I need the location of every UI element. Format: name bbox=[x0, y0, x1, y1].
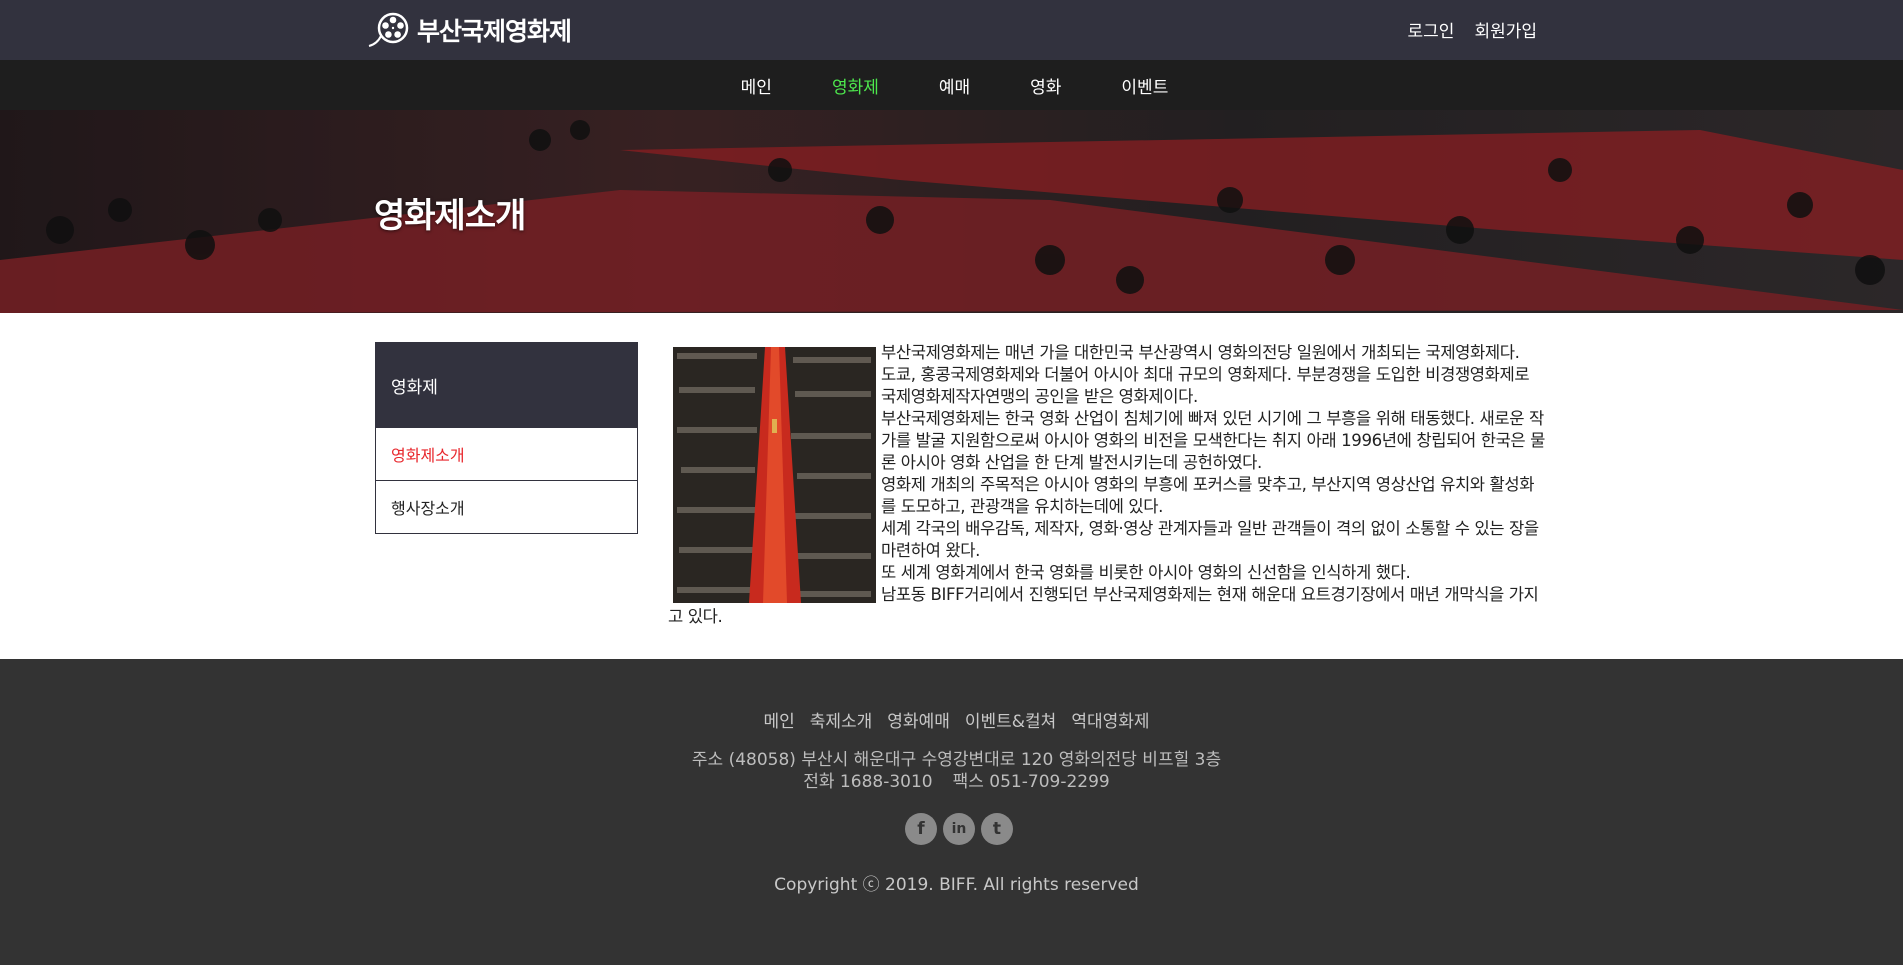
nav-item-booking[interactable]: 예매 bbox=[939, 73, 970, 98]
red-carpet-crowd-image bbox=[0, 110, 1903, 313]
footer-link-event-culture[interactable]: 이벤트&컬쳐 bbox=[965, 707, 1056, 732]
footer-link-festival-intro[interactable]: 축제소개 bbox=[810, 707, 873, 732]
footer-phone: 전화 1688-3010 bbox=[803, 772, 933, 792]
signup-link[interactable]: 회원가입 bbox=[1474, 17, 1537, 42]
nav-item-festival[interactable]: 영화제 bbox=[832, 73, 879, 98]
footer-address-block: 주소 (48058) 부산시 해운대구 수영강변대로 120 영화의전당 비프힐… bbox=[0, 749, 1903, 793]
nav-item-main[interactable]: 메인 bbox=[741, 73, 772, 98]
linkedin-icon[interactable]: in bbox=[943, 813, 975, 845]
footer-link-past-festivals[interactable]: 역대영화제 bbox=[1071, 707, 1149, 732]
login-link[interactable]: 로그인 bbox=[1408, 17, 1455, 42]
film-reel-icon bbox=[368, 12, 409, 47]
article-content: 부산국제영화제는 매년 가을 대한민국 부산광역시 영화의전당 일원에서 개최되… bbox=[668, 342, 1548, 628]
top-header: 부산국제영화제 로그인 회원가입 bbox=[0, 0, 1903, 60]
page-title: 영화제소개 bbox=[374, 196, 526, 236]
main-nav: 메인 영화제 예매 영화 이벤트 bbox=[0, 60, 1903, 110]
sidebar: 영화제 영화제소개 행사장소개 bbox=[375, 342, 638, 534]
footer-link-main[interactable]: 메인 bbox=[763, 707, 794, 732]
site-footer: 메인 축제소개 영화예매 이벤트&컬쳐 역대영화제 주소 (48058) 부산시… bbox=[0, 659, 1903, 965]
footer-fax: 팩스 051-709-2299 bbox=[952, 772, 1110, 792]
hero-banner: 영화제소개 bbox=[0, 110, 1903, 313]
footer-link-booking[interactable]: 영화예매 bbox=[887, 707, 950, 732]
twitter-icon[interactable]: t bbox=[981, 813, 1013, 845]
logo-text: 부산국제영화제 bbox=[417, 17, 572, 46]
footer-nav: 메인 축제소개 영화예매 이벤트&컬쳐 역대영화제 bbox=[0, 707, 1903, 732]
nav-item-movie[interactable]: 영화 bbox=[1030, 73, 1061, 98]
copyright: Copyright ⓒ 2019. BIFF. All rights reser… bbox=[774, 875, 1139, 895]
social-links: f in t bbox=[905, 813, 1013, 845]
sidebar-title: 영화제 bbox=[376, 343, 637, 427]
site-logo[interactable]: 부산국제영화제 bbox=[367, 10, 572, 50]
auth-links: 로그인 회원가입 bbox=[1408, 17, 1537, 42]
footer-address: 주소 (48058) 부산시 해운대구 수영강변대로 120 영화의전당 비프힐… bbox=[691, 750, 1222, 770]
sidebar-item-venue-intro[interactable]: 행사장소개 bbox=[376, 480, 637, 533]
nav-item-event[interactable]: 이벤트 bbox=[1121, 73, 1168, 98]
facebook-icon[interactable]: f bbox=[905, 813, 937, 845]
red-carpet-photo bbox=[673, 347, 876, 603]
sidebar-item-festival-intro[interactable]: 영화제소개 bbox=[376, 427, 637, 480]
